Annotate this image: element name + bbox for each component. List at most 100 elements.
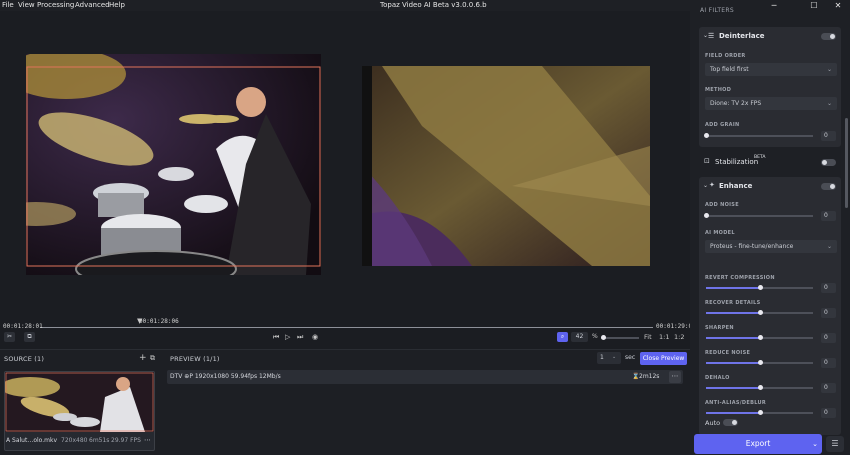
slider-knob[interactable] bbox=[757, 285, 763, 290]
zoom-value[interactable]: 42 bbox=[571, 332, 588, 342]
sparkle-icon: ✦ bbox=[709, 181, 715, 189]
beta-badge: BETA bbox=[754, 155, 766, 160]
preview-header: PREVIEW (1/1) bbox=[170, 355, 220, 363]
queue-list-icon[interactable]: ☰ bbox=[826, 436, 844, 452]
preview-duration-value: 1 bbox=[600, 354, 604, 361]
crop-icon[interactable]: ⧉ bbox=[24, 332, 35, 342]
enhance-slider[interactable] bbox=[706, 360, 813, 365]
fit-button[interactable]: Fit bbox=[644, 333, 652, 341]
preview-duration-select[interactable]: 1 ⌄ bbox=[597, 352, 621, 364]
add-source-icon[interactable]: + bbox=[139, 353, 147, 363]
slider-knob[interactable] bbox=[757, 335, 763, 340]
ai-model-value: Proteus - fine-tune/enhance bbox=[710, 243, 794, 250]
zoom-icon[interactable]: ⌕ bbox=[557, 332, 568, 342]
chevron-down-icon[interactable]: ⌄ bbox=[808, 434, 822, 454]
chevron-down-icon[interactable]: ⌄ bbox=[703, 182, 708, 189]
zoom-1-2-button[interactable]: 1:2 bbox=[674, 333, 684, 341]
add-grain-value[interactable]: 0 bbox=[821, 131, 836, 141]
enhance-slider[interactable] bbox=[706, 410, 813, 415]
slider-knob[interactable] bbox=[757, 310, 763, 315]
menu-processing[interactable]: Processing bbox=[37, 1, 74, 9]
menu-file[interactable]: File bbox=[2, 1, 14, 9]
next-frame-icon[interactable]: ⏭ bbox=[297, 333, 303, 342]
slider-fill bbox=[706, 412, 760, 414]
timeline[interactable]: 00:01:28:06 ▼ 00:01:28:01 00:01:29:01 ✂ … bbox=[0, 317, 696, 348]
enhance-card: ⌄ ✦ Enhance ADD NOISE 0 AI MODEL Proteus… bbox=[699, 177, 841, 435]
enhance-slider[interactable] bbox=[706, 310, 813, 315]
minimize-button[interactable]: ─ bbox=[764, 0, 784, 11]
maximize-button[interactable]: ☐ bbox=[804, 0, 824, 11]
enhance-slider-label: REDUCE NOISE bbox=[705, 350, 751, 356]
loop-icon[interactable]: ◉ bbox=[312, 333, 318, 341]
timeline-track[interactable] bbox=[40, 327, 653, 328]
enhance-slider[interactable] bbox=[706, 335, 813, 340]
slider-fill bbox=[706, 312, 760, 314]
zoom-slider[interactable] bbox=[601, 335, 639, 340]
preview-duration-unit: sec bbox=[625, 354, 636, 361]
prev-frame-icon[interactable]: ⏮ bbox=[273, 333, 279, 342]
slider-knob[interactable] bbox=[704, 133, 709, 138]
slider-knob[interactable] bbox=[757, 410, 763, 415]
ai-filters-header: AI FILTERS bbox=[700, 7, 734, 14]
enhance-slider-value[interactable]: 0 bbox=[821, 308, 836, 318]
slider-knob[interactable] bbox=[757, 385, 763, 390]
stabilization-icon: ⊡ bbox=[704, 157, 710, 165]
add-noise-slider[interactable] bbox=[704, 213, 813, 218]
slider-knob[interactable] bbox=[704, 213, 709, 218]
enhance-slider[interactable] bbox=[706, 385, 813, 390]
close-preview-button[interactable]: Close Preview bbox=[640, 352, 687, 365]
enhance-slider[interactable] bbox=[706, 285, 813, 290]
field-order-value: Top field first bbox=[710, 66, 749, 73]
close-button[interactable]: ✕ bbox=[828, 0, 848, 11]
playhead-marker-icon[interactable]: ▼ bbox=[137, 317, 142, 325]
field-order-label: FIELD ORDER bbox=[705, 53, 746, 59]
method-value: Dione: TV 2x FPS bbox=[710, 100, 762, 107]
source-header: SOURCE (1) bbox=[4, 355, 45, 363]
add-noise-label: ADD NOISE bbox=[705, 202, 739, 208]
source-video-frame[interactable] bbox=[26, 54, 321, 275]
app-title: Topaz Video AI Beta v3.0.0.6.b bbox=[380, 1, 487, 9]
preview-video-frame[interactable] bbox=[362, 66, 650, 266]
menu-help[interactable]: Help bbox=[109, 1, 125, 9]
menu-view[interactable]: View bbox=[18, 1, 35, 9]
preview-more-button[interactable]: ⋯ bbox=[669, 371, 681, 383]
source-more-button[interactable]: ⋯ bbox=[144, 436, 151, 444]
chevron-down-icon: ⌄ bbox=[826, 100, 832, 107]
import-folder-icon[interactable]: ⧉ bbox=[150, 354, 155, 363]
menu-advanced[interactable]: Advanced bbox=[75, 1, 110, 9]
zoom-1-1-button[interactable]: 1:1 bbox=[659, 333, 669, 341]
trim-icon[interactable]: ✂ bbox=[4, 332, 15, 342]
deinterlace-icon: ☰ bbox=[708, 32, 715, 40]
ai-filters-sidebar: AI FILTERS ⌄ ☰ Deinterlace FIELD ORDER T… bbox=[690, 7, 850, 455]
enhance-toggle[interactable] bbox=[821, 183, 836, 190]
add-grain-label: ADD GRAIN bbox=[705, 122, 740, 128]
sidebar-scrollbar[interactable] bbox=[845, 118, 848, 208]
timeline-start-time: 00:01:28:01 bbox=[3, 323, 43, 330]
export-button[interactable]: Export bbox=[694, 434, 822, 454]
auto-label: Auto bbox=[705, 419, 721, 427]
source-item[interactable]: A Salut…olo.mkv 720x480 6m51s 29.97 FPS … bbox=[4, 371, 155, 451]
stabilization-toggle[interactable] bbox=[821, 159, 836, 166]
method-select[interactable]: Dione: TV 2x FPS ⌄ bbox=[705, 97, 837, 110]
enhance-slider-value[interactable]: 0 bbox=[821, 358, 836, 368]
add-grain-slider[interactable] bbox=[704, 133, 813, 138]
slider-fill bbox=[706, 362, 760, 364]
auto-toggle[interactable] bbox=[723, 419, 738, 426]
source-video-image bbox=[26, 54, 321, 275]
add-noise-value[interactable]: 0 bbox=[821, 211, 836, 221]
preview-item-info: DTV ⊕P 1920x1080 59.94fps 12Mb/s bbox=[170, 373, 281, 380]
field-order-select[interactable]: Top field first ⌄ bbox=[705, 63, 837, 76]
enhance-slider-value[interactable]: 0 bbox=[821, 408, 836, 418]
enhance-slider-value[interactable]: 0 bbox=[821, 283, 836, 293]
play-icon[interactable]: ▷ bbox=[285, 333, 290, 341]
ai-model-select[interactable]: Proteus - fine-tune/enhance ⌄ bbox=[705, 240, 837, 253]
chevron-down-icon: ⌄ bbox=[612, 354, 617, 360]
enhance-slider-value[interactable]: 0 bbox=[821, 383, 836, 393]
zoom-slider-knob[interactable] bbox=[601, 335, 606, 340]
slider-knob[interactable] bbox=[757, 360, 763, 365]
enhance-slider-value[interactable]: 0 bbox=[821, 333, 836, 343]
enhance-slider-label: SHARPEN bbox=[705, 325, 734, 331]
stabilization-card: ⊡ Stabilization BETA bbox=[699, 153, 841, 171]
deinterlace-toggle[interactable] bbox=[821, 33, 836, 40]
preview-item[interactable]: DTV ⊕P 1920x1080 59.94fps 12Mb/s ⌛ 2m12s… bbox=[167, 370, 683, 384]
